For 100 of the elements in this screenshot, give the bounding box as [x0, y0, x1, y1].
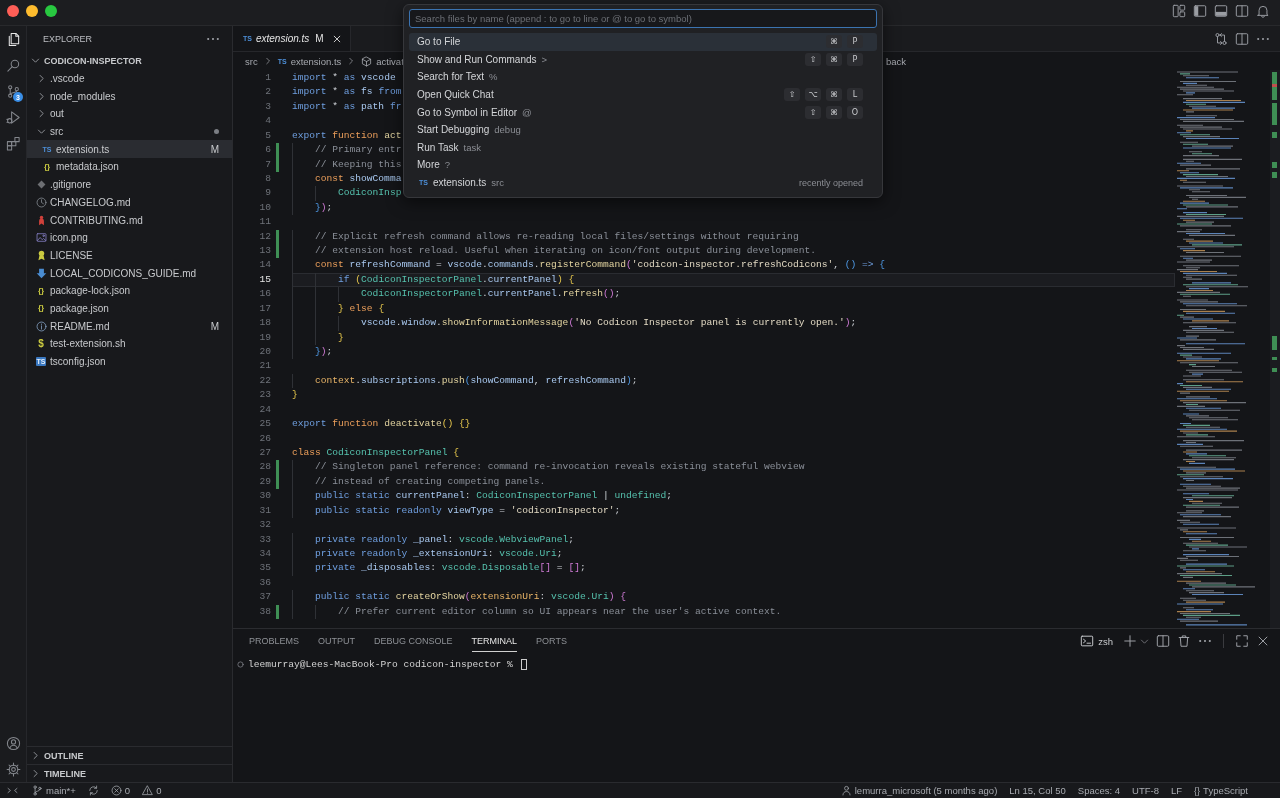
- file-item[interactable]: {} package.json: [27, 299, 232, 318]
- split-pane-icon[interactable]: [1156, 634, 1170, 648]
- panel-tab[interactable]: PROBLEMS: [249, 630, 299, 652]
- left-pane-icon[interactable]: [1193, 4, 1207, 18]
- sync-icon: [87, 785, 99, 796]
- file-item[interactable]: {} package-lock.json: [27, 281, 232, 300]
- key-cap: O: [847, 105, 863, 119]
- split-pane-icon[interactable]: [1235, 31, 1249, 46]
- line-number: 25: [258, 417, 271, 432]
- folder-item[interactable]: node_modules: [27, 87, 232, 106]
- breadcrumb-item[interactable]: activat: [376, 55, 404, 67]
- settings-icon[interactable]: [5, 761, 21, 777]
- command-item[interactable]: Go to File ⌘ P: [409, 33, 877, 51]
- person-icon: [840, 785, 852, 796]
- close-icon[interactable]: [1256, 634, 1270, 648]
- chevron-right-icon: [263, 57, 272, 65]
- line-number: 21: [258, 359, 271, 374]
- command-item[interactable]: Search for Text %: [409, 68, 877, 86]
- line-number: 11: [258, 215, 271, 230]
- window-close-button[interactable]: [7, 5, 19, 17]
- file-item[interactable]: LOCAL_CODICONS_GUIDE.md: [27, 264, 232, 282]
- file-item[interactable]: {} metadata.json: [27, 158, 232, 176]
- window-minimize-button[interactable]: [26, 5, 38, 17]
- panel-tab[interactable]: PORTS: [536, 630, 567, 652]
- file-item[interactable]: icon.png: [27, 228, 232, 247]
- breadcrumb-item[interactable]: src: [245, 55, 258, 67]
- key-cap: ⇧: [805, 105, 821, 119]
- trash-icon[interactable]: [1177, 634, 1191, 648]
- bottom-pane-icon[interactable]: [1214, 4, 1228, 18]
- account-icon[interactable]: [5, 735, 21, 751]
- file-item[interactable]: .gitignore: [27, 175, 232, 194]
- window-maximize-button[interactable]: [45, 5, 57, 17]
- language-button[interactable]: {} TypeScript: [1189, 783, 1253, 798]
- breadcrumb-item[interactable]: extension.ts: [290, 55, 342, 67]
- line-number: 38: [258, 604, 271, 619]
- close-icon[interactable]: [331, 33, 342, 44]
- braces-icon: {}: [37, 304, 45, 313]
- workspace-folder-header[interactable]: CODICON-INSPECTOR: [27, 52, 232, 70]
- line-number: 19: [258, 330, 271, 345]
- branch-button[interactable]: main*+: [27, 783, 81, 798]
- folder-item[interactable]: .vscode: [27, 69, 232, 88]
- bell-icon[interactable]: [1256, 4, 1270, 18]
- git-status: M: [210, 320, 219, 332]
- file-item[interactable]: LICENSE: [27, 246, 232, 265]
- code-line: // extension host reload. Useful when iterating on icon/font output during development.: [315, 244, 816, 259]
- command-item[interactable]: Open Quick Chat ⇧ ⌥ ⌘ L: [409, 85, 877, 104]
- folder-item[interactable]: src: [27, 122, 232, 141]
- source-control-icon[interactable]: [5, 83, 21, 99]
- layout-grid-icon[interactable]: [1172, 4, 1186, 18]
- status-item[interactable]: UTF-8: [1127, 783, 1164, 798]
- file-item[interactable]: CHANGELOG.md: [27, 193, 232, 212]
- command-item[interactable]: Show and Run Commands > ⇧ ⌘ P: [409, 50, 877, 69]
- line-number: 26: [258, 431, 271, 446]
- file-item[interactable]: CONTRIBUTING.md: [27, 211, 232, 229]
- line-number: 17: [258, 301, 271, 316]
- code-line: // instead of creating competing panels.: [315, 474, 546, 489]
- folder-item[interactable]: out: [27, 105, 232, 123]
- run-debug-icon[interactable]: [5, 109, 21, 125]
- key-cap: ⇧: [784, 88, 800, 102]
- status-item[interactable]: Spaces: 4: [1072, 783, 1126, 798]
- panel-tab[interactable]: TERMINAL: [471, 630, 518, 652]
- blame-button[interactable]: lemurra_microsoft (5 months ago): [835, 783, 1003, 798]
- key-cap: L: [847, 88, 863, 102]
- line-number: 35: [258, 561, 271, 576]
- command-item[interactable]: Start Debugging debug: [409, 120, 877, 139]
- code-line: // Explicit refresh command allows re-reading local files/settings without requiring: [315, 229, 799, 244]
- code-line: const showComma: [315, 171, 402, 186]
- terminal-cursor-icon: [520, 658, 527, 670]
- panel-tab[interactable]: OUTPUT: [318, 630, 355, 652]
- code-line: public static createOrShow(extensionUri: vscode.Uri) {: [315, 590, 626, 605]
- extensions-icon[interactable]: [5, 135, 21, 151]
- errors-button[interactable]: 0: [105, 783, 136, 798]
- clock-icon: [35, 196, 47, 208]
- line-number: 30: [258, 489, 271, 504]
- code-line: private readonly _extensionUri: vscode.Uri;: [315, 546, 563, 561]
- compare-changes-icon[interactable]: [1214, 31, 1228, 46]
- warnings-button[interactable]: 0: [137, 783, 167, 798]
- branch-icon: [32, 785, 43, 796]
- line-number: 1: [264, 71, 271, 85]
- panel-tab[interactable]: DEBUG CONSOLE: [374, 630, 453, 652]
- section-header[interactable]: OUTLINE: [27, 746, 232, 764]
- code-line: });: [315, 345, 333, 359]
- file-item[interactable]: $ test-extension.sh: [27, 335, 232, 353]
- info-icon: [35, 320, 47, 332]
- plus-icon[interactable]: [1123, 634, 1137, 648]
- line-number: 24: [258, 402, 271, 417]
- search-icon[interactable]: [5, 57, 21, 73]
- command-item[interactable]: More ?: [409, 156, 877, 174]
- status-item[interactable]: Ln 15, Col 50: [1004, 783, 1071, 798]
- maximize-icon[interactable]: [1235, 634, 1249, 648]
- overview-ruler[interactable]: [1270, 70, 1280, 628]
- breadcrumb-item[interactable]: back: [885, 55, 906, 67]
- status-item[interactable]: LF: [1166, 783, 1188, 798]
- file-item[interactable]: README.md M: [27, 317, 232, 335]
- code-line: }: [292, 388, 298, 403]
- command-item[interactable]: Go to Symbol in Editor @ ⇧ ⌘ O: [409, 103, 877, 121]
- search-field[interactable]: Search files by name (append : to go to line or @ to go to symbol): [409, 9, 877, 28]
- terminal-selector[interactable]: zsh: [1080, 634, 1113, 648]
- command-item[interactable]: Run Task task: [409, 138, 877, 157]
- split-pane-icon[interactable]: [1235, 4, 1249, 18]
